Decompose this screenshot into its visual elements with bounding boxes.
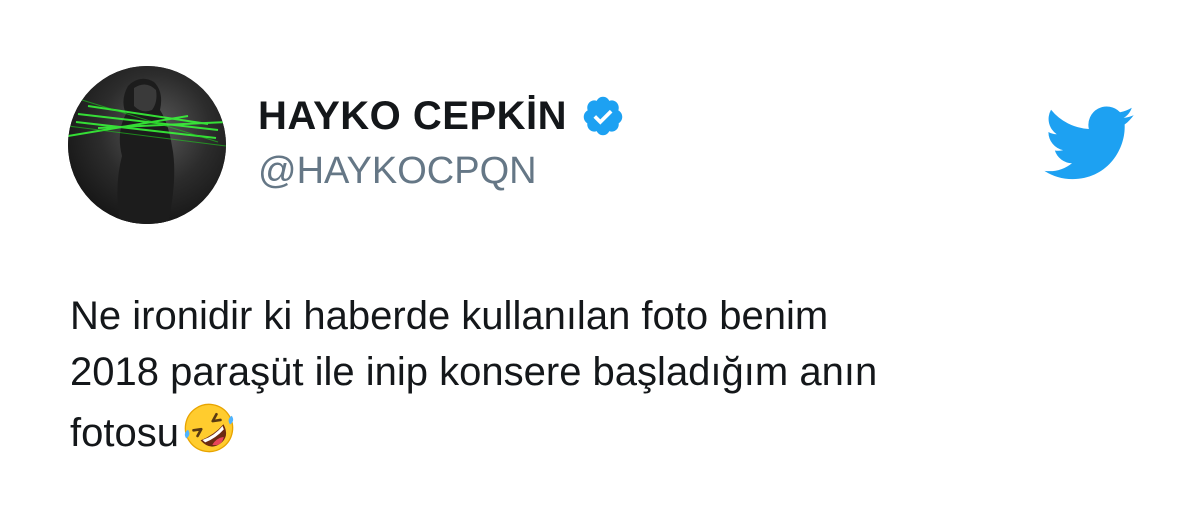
- tweet-line-1: Ne ironidir ki haberde kullanılan foto b…: [70, 294, 829, 338]
- tweet-text: Ne ironidir ki haberde kullanılan foto b…: [70, 288, 1150, 461]
- rolling-on-the-floor-laughing-emoji-icon: [181, 400, 237, 456]
- display-name[interactable]: HAYKO CEPKİN: [258, 94, 567, 139]
- user-handle[interactable]: @HAYKOCPQN: [258, 150, 625, 193]
- tweet-card: HAYKO CEPKİN @HAYKOCPQN Ne ironidir ki h…: [0, 0, 1200, 520]
- avatar-image: [68, 66, 226, 224]
- tweet-line-2: 2018 paraşüt ile inip konsere başladığım…: [70, 350, 878, 394]
- display-name-row: HAYKO CEPKİN: [258, 88, 625, 144]
- tweet-line-3-text: fotosu: [70, 411, 179, 455]
- avatar[interactable]: [68, 66, 226, 224]
- user-name-block: HAYKO CEPKİN @HAYKOCPQN: [258, 88, 625, 193]
- verified-badge-icon: [581, 94, 625, 138]
- tweet-line-3: fotosu: [70, 400, 1150, 461]
- twitter-bird-icon: [1044, 106, 1136, 182]
